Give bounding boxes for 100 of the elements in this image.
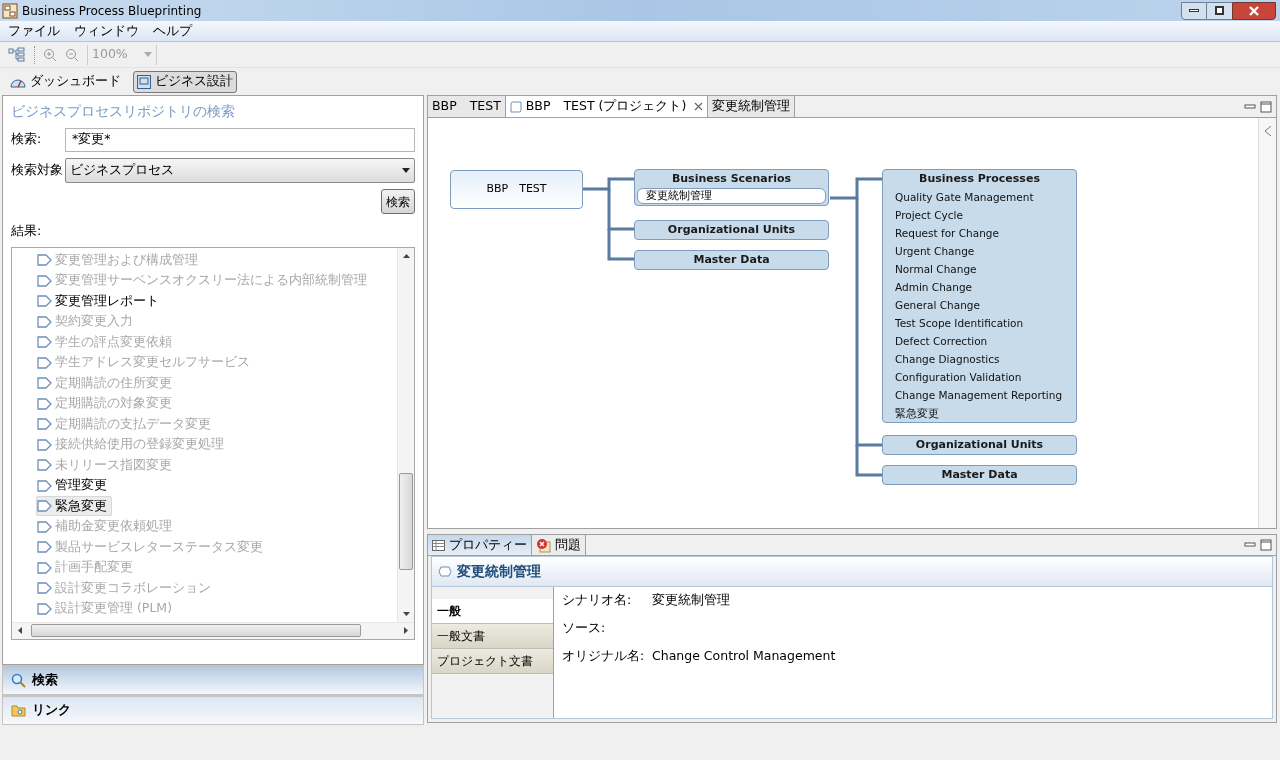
node-item[interactable]: Defect Correction <box>883 332 1076 350</box>
target-select[interactable]: ビジネスプロセス <box>65 157 415 183</box>
result-item[interactable]: 変更管理レポート <box>36 290 164 312</box>
section-tab[interactable]: プロジェクト文書 <box>432 649 553 674</box>
restore-button[interactable] <box>1207 1 1232 20</box>
process-icon <box>37 459 52 471</box>
panel-title: ビジネスプロセスリポジトリの検索 <box>10 102 236 121</box>
process-icon <box>37 541 52 553</box>
node-title: Business Processes <box>918 171 1041 187</box>
maximize-icon[interactable] <box>1260 539 1272 551</box>
scroll-left-icon[interactable] <box>18 627 22 635</box>
window-title: Business Process Blueprinting <box>22 2 202 20</box>
node-item[interactable]: Project Cycle <box>883 206 1076 224</box>
editor-tab[interactable]: 変更統制管理 <box>708 96 796 117</box>
process-icon <box>37 479 52 492</box>
maximize-icon[interactable] <box>1260 100 1272 113</box>
process-icon <box>37 602 52 615</box>
horizontal-scrollbar[interactable] <box>12 621 414 639</box>
process-icon <box>37 356 52 369</box>
process-icon <box>37 438 52 451</box>
scroll-thumb[interactable] <box>399 472 413 570</box>
property-label: シナリオ名: <box>562 591 633 610</box>
search-field[interactable]: *変更* <box>65 127 415 152</box>
error-icon <box>536 537 551 553</box>
folder-icon <box>11 704 26 717</box>
property-value: Change Control Management <box>652 647 836 666</box>
process-icon <box>37 520 52 533</box>
node-item[interactable]: 変更統制管理 <box>637 188 826 204</box>
scenario-icon <box>438 566 452 577</box>
minimize-icon[interactable] <box>1244 540 1256 550</box>
table-icon <box>432 539 445 551</box>
section-tab[interactable]: 一般文書 <box>432 624 553 649</box>
section-tab[interactable]: 一般 <box>432 599 553 624</box>
node-item[interactable]: Quality Gate Management <box>883 188 1076 206</box>
process-icon <box>37 274 52 287</box>
scroll-down-icon[interactable] <box>402 611 410 616</box>
process-icon <box>37 336 52 348</box>
properties-header: 変更統制管理 <box>432 557 1272 587</box>
editor-tab[interactable]: BBP TEST (プロジェクト) <box>505 96 709 117</box>
results-label: 結果: <box>10 222 43 240</box>
app-icon <box>2 2 18 19</box>
node-item[interactable]: Urgent Change <box>883 242 1076 260</box>
perspective-button[interactable]: ビジネス設計 <box>133 70 237 93</box>
property-label: ソース: <box>562 619 607 638</box>
close-icon[interactable] <box>694 102 704 111</box>
process-icon <box>37 295 52 307</box>
minimize-icon[interactable] <box>1244 101 1256 112</box>
editor-tab[interactable]: BBP TEST <box>428 96 506 117</box>
node-item[interactable]: Change Diagnostics <box>883 350 1076 368</box>
process-icon <box>37 500 52 512</box>
dropdown-icon <box>402 167 410 173</box>
collapse-icon[interactable] <box>1264 126 1271 136</box>
close-button[interactable] <box>1232 1 1276 20</box>
diagram-icon <box>137 74 151 89</box>
diagram-node[interactable]: Business Scenarios 変更統制管理 <box>634 169 829 206</box>
node-item[interactable]: Configuration Validation <box>883 368 1076 386</box>
process-icon <box>37 377 52 389</box>
view-tab[interactable]: プロパティー <box>428 535 532 555</box>
node-item[interactable]: Test Scope Identification <box>883 314 1076 332</box>
search-icon <box>11 673 26 688</box>
diagram-node[interactable]: Master Data <box>634 250 829 270</box>
zoom-out-icon[interactable] <box>65 47 79 62</box>
search-button[interactable]: 検索 <box>381 189 415 214</box>
root-node[interactable]: BBP TEST <box>450 170 583 209</box>
node-item[interactable]: Request for Change <box>883 224 1076 242</box>
field-label: 検索: <box>11 130 43 149</box>
perspective-button[interactable]: ダッシュボード <box>6 70 125 93</box>
node-item[interactable]: 緊急変更 <box>883 404 1076 422</box>
scenario-icon <box>509 100 522 113</box>
scroll-thumb[interactable] <box>31 624 361 638</box>
tree-icon[interactable] <box>8 46 26 63</box>
view-tab[interactable]: 問題 <box>532 535 586 555</box>
diagram-node[interactable]: Organizational Units <box>634 220 829 240</box>
diagram-node[interactable]: Master Data <box>882 465 1077 485</box>
node-item[interactable]: Normal Change <box>883 260 1076 278</box>
scroll-up-icon[interactable] <box>402 253 410 258</box>
accordion-header[interactable]: 検索 <box>2 665 424 695</box>
process-icon <box>37 418 52 430</box>
accordion-header[interactable]: リンク <box>2 695 424 725</box>
menu-item[interactable]: ファイル <box>8 21 60 41</box>
scroll-right-icon[interactable] <box>404 627 408 635</box>
process-icon <box>37 254 52 266</box>
minimize-button[interactable] <box>1181 1 1207 20</box>
result-item[interactable]: 緊急変更 <box>36 495 112 517</box>
node-item[interactable]: General Change <box>883 296 1076 314</box>
connector-line <box>607 229 634 261</box>
node-item[interactable]: Change Management Reporting <box>883 386 1076 404</box>
diagram-node[interactable]: Organizational Units <box>882 435 1077 455</box>
menu-item[interactable]: ウィンドウ <box>74 21 139 41</box>
menu-item[interactable]: ヘルプ <box>153 21 192 41</box>
vertical-scrollbar[interactable] <box>397 247 414 622</box>
result-item[interactable]: 管理変更 <box>36 475 112 496</box>
diagram-node[interactable] <box>882 169 1077 423</box>
node-title: Business Scenarios <box>670 171 793 187</box>
zoom-in-icon[interactable] <box>43 47 57 62</box>
node-item[interactable]: Admin Change <box>883 278 1076 296</box>
dropdown-icon <box>144 52 152 57</box>
overview-scrollbar[interactable] <box>1258 118 1276 528</box>
property-value: 変更統制管理 <box>652 591 730 610</box>
close-icon <box>1249 5 1259 16</box>
